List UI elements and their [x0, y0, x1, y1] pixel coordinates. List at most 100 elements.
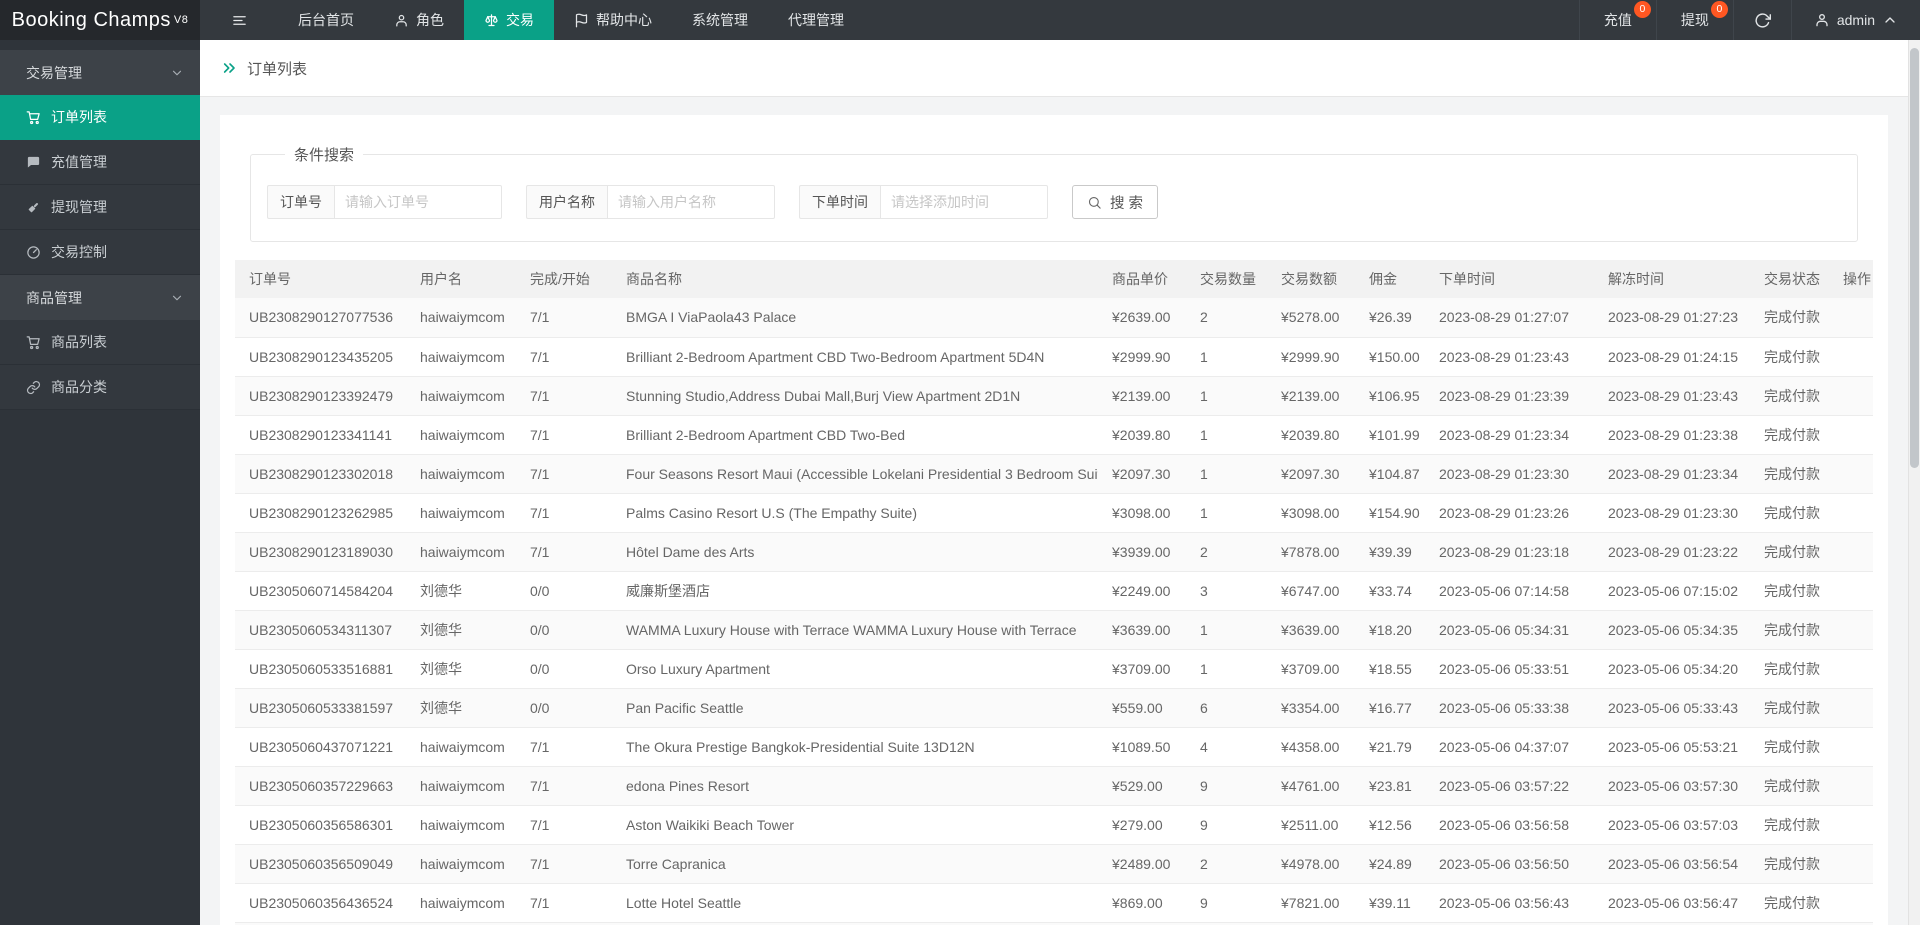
cell-ratio: 0/0 — [516, 610, 612, 650]
cell-price: ¥1089.50 — [1098, 727, 1186, 767]
table-row: UB2305060714584204 刘德华 0/0 威廉斯堡酒店 ¥2249.… — [235, 571, 1873, 611]
col-price: 商品单价 — [1098, 260, 1186, 298]
cell-commission: ¥12.56 — [1355, 805, 1425, 845]
cell-order-time: 2023-05-06 03:56:50 — [1425, 844, 1594, 884]
cell-commission: ¥26.39 — [1355, 298, 1425, 338]
cell-commission: ¥39.39 — [1355, 532, 1425, 572]
recharge-badge: 0 — [1633, 1, 1651, 18]
cell-order-no: UB2305060356586301 — [235, 805, 406, 845]
cell-qty: 1 — [1186, 415, 1267, 455]
cell-order-no: UB2308290123392479 — [235, 376, 406, 416]
sidebar-item-product-list[interactable]: 商品列表 — [0, 320, 200, 365]
table-row: UB2305060356586301 haiwaiymcom 7/1 Aston… — [235, 805, 1873, 845]
cell-price: ¥559.00 — [1098, 688, 1186, 728]
col-qty: 交易数量 — [1186, 260, 1267, 298]
cell-status: 完成付款 — [1750, 883, 1829, 923]
cell-order-time: 2023-08-29 01:23:34 — [1425, 415, 1594, 455]
sidebar-group-product-management[interactable]: 商品管理 — [0, 275, 200, 320]
cell-order-time: 2023-05-06 03:56:58 — [1425, 805, 1594, 845]
sidebar-item-withdraw-management[interactable]: 提现管理 — [0, 185, 200, 230]
cell-price: ¥3639.00 — [1098, 610, 1186, 650]
cell-order-time: 2023-05-06 04:37:07 — [1425, 727, 1594, 767]
cell-unfreeze-time: 2023-08-29 01:23:43 — [1594, 376, 1750, 416]
cell-ratio: 0/0 — [516, 571, 612, 611]
username-input[interactable] — [607, 185, 775, 219]
recharge-label: 充值 — [1603, 12, 1632, 28]
cell-commission: ¥104.87 — [1355, 454, 1425, 494]
cart-icon — [26, 110, 40, 124]
nav-item-trade[interactable]: 交易 — [464, 0, 554, 40]
cell-order-time: 2023-05-06 05:33:51 — [1425, 649, 1594, 689]
cell-commission: ¥23.81 — [1355, 766, 1425, 806]
cell-price: ¥2097.30 — [1098, 454, 1186, 494]
nav-item-system[interactable]: 系统管理 — [672, 0, 768, 40]
cell-username: haiwaiymcom — [406, 766, 516, 806]
cell-amount: ¥2097.30 — [1267, 454, 1355, 494]
cell-product: edona Pines Resort — [612, 766, 1098, 806]
nav-item-help-center[interactable]: 帮助中心 — [554, 0, 672, 40]
cell-qty: 1 — [1186, 376, 1267, 416]
sidebar: 交易管理 订单列表 充值管理 提现管理 交易控制 商品管理 商品列表 商品分类 — [0, 40, 200, 925]
cell-product: Brilliant 2-Bedroom Apartment CBD Two-Be… — [612, 415, 1098, 455]
cell-unfreeze-time: 2023-05-06 05:34:20 — [1594, 649, 1750, 689]
cell-action — [1829, 337, 1873, 377]
cell-order-time: 2023-08-29 01:23:43 — [1425, 337, 1594, 377]
cell-price: ¥2039.80 — [1098, 415, 1186, 455]
nav-item-roles[interactable]: 角色 — [374, 0, 464, 40]
sidebar-toggle-button[interactable] — [200, 0, 278, 40]
user-menu[interactable]: admin — [1790, 0, 1920, 40]
sidebar-item-trade-control[interactable]: 交易控制 — [0, 230, 200, 275]
cell-commission: ¥39.11 — [1355, 883, 1425, 923]
nav-item-label: 角色 — [416, 12, 444, 28]
scrollbar-thumb[interactable] — [1910, 48, 1919, 468]
cell-amount: ¥7878.00 — [1267, 532, 1355, 572]
cell-price: ¥2249.00 — [1098, 571, 1186, 611]
cell-action — [1829, 805, 1873, 845]
col-action: 操作 — [1829, 260, 1873, 298]
cart-icon — [26, 335, 40, 349]
cell-ratio: 7/1 — [516, 883, 612, 923]
nav-item-home[interactable]: 后台首页 — [278, 0, 374, 40]
cell-username: haiwaiymcom — [406, 337, 516, 377]
sidebar-item-order-list[interactable]: 订单列表 — [0, 95, 200, 140]
recharge-button[interactable]: 充值 0 — [1578, 0, 1656, 40]
cell-action — [1829, 844, 1873, 884]
table-row: UB2305060356509049 haiwaiymcom 7/1 Torre… — [235, 844, 1873, 884]
refresh-button[interactable] — [1732, 0, 1791, 40]
table-row: UB2308290123189030 haiwaiymcom 7/1 Hôtel… — [235, 532, 1873, 572]
cell-order-no: UB2305060534311307 — [235, 610, 406, 650]
cell-commission: ¥18.55 — [1355, 649, 1425, 689]
cell-price: ¥2139.00 — [1098, 376, 1186, 416]
nav-item-label: 系统管理 — [692, 12, 748, 28]
col-unfreeze-time: 解冻时间 — [1594, 260, 1750, 298]
cell-commission: ¥150.00 — [1355, 337, 1425, 377]
nav-item-label: 交易 — [506, 12, 534, 28]
cell-ratio: 7/1 — [516, 844, 612, 884]
refresh-icon — [1755, 12, 1771, 28]
cell-price: ¥3709.00 — [1098, 649, 1186, 689]
sidebar-item-product-category[interactable]: 商品分类 — [0, 365, 200, 410]
cell-order-no: UB2305060714584204 — [235, 571, 406, 611]
cell-ratio: 7/1 — [516, 493, 612, 533]
cell-price: ¥869.00 — [1098, 883, 1186, 923]
cell-product: Pan Pacific Seattle — [612, 688, 1098, 728]
withdraw-button[interactable]: 提现 0 — [1655, 0, 1733, 40]
cell-username: haiwaiymcom — [406, 298, 516, 338]
flag-icon — [575, 13, 588, 27]
cell-commission: ¥101.99 — [1355, 415, 1425, 455]
sidebar-group-trade-management[interactable]: 交易管理 — [0, 50, 200, 95]
search-button[interactable]: 搜 索 — [1072, 185, 1159, 219]
order-no-input[interactable] — [334, 185, 502, 219]
username-field-group: 用户名称 — [526, 185, 775, 219]
cell-order-no: UB2305060437071221 — [235, 727, 406, 767]
nav-item-agent[interactable]: 代理管理 — [768, 0, 864, 40]
sidebar-item-recharge-management[interactable]: 充值管理 — [0, 140, 200, 185]
order-time-input[interactable] — [880, 185, 1048, 219]
cell-product: Palms Casino Resort U.S (The Empathy Sui… — [612, 493, 1098, 533]
order-time-field-label: 下单时间 — [799, 185, 880, 219]
cell-commission: ¥18.20 — [1355, 610, 1425, 650]
table-body: UB2308290127077536 haiwaiymcom 7/1 BMGA … — [235, 298, 1873, 925]
brand-logo: Booking Champs V8 — [0, 0, 200, 40]
chevron-up-icon — [1885, 17, 1895, 23]
nav-item-label: 后台首页 — [298, 12, 354, 28]
